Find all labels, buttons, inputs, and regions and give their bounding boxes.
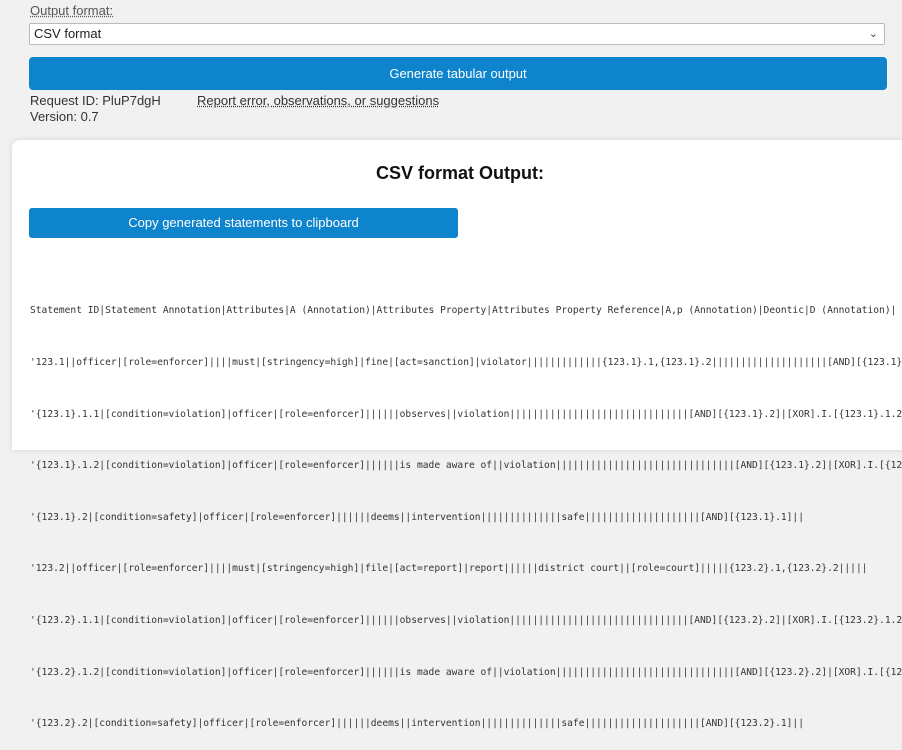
csv-line: '{123.2}.2|[condition=safety]|officer|[r… — [30, 718, 804, 730]
output-format-select[interactable]: CSV format ⌄ — [29, 23, 885, 45]
csv-line: '{123.1}.1.2|[condition=violation]|offic… — [30, 460, 902, 472]
form-area: Output format: CSV format ⌄ Generate tab… — [0, 0, 902, 138]
csv-line: '123.1||officer|[role=enforcer]||||must|… — [30, 357, 902, 368]
output-title: CSV format Output: — [376, 163, 544, 183]
chevron-down-icon: ⌄ — [868, 28, 878, 40]
copy-to-clipboard-button[interactable]: Copy generated statements to clipboard — [29, 208, 458, 238]
generate-tabular-output-button[interactable]: Generate tabular output — [29, 57, 887, 90]
csv-line: Statement ID|Statement Annotation|Attrib… — [30, 305, 897, 317]
csv-line: '123.2||officer|[role=enforcer]||||must|… — [30, 563, 868, 575]
request-id: Request ID: PluP7dgH — [30, 93, 161, 108]
csv-line: '{123.2}.1.1|[condition=violation]|offic… — [30, 614, 902, 626]
version-text: Version: 0.7 — [30, 109, 99, 124]
csv-output: Statement ID|Statement Annotation|Attrib… — [30, 268, 902, 750]
output-format-label: Output format: — [30, 3, 114, 18]
csv-line: '{123.1}.2|[condition=safety]|officer|[r… — [30, 511, 804, 523]
selected-format-value: CSV format — [34, 26, 102, 41]
csv-line: '{123.1}.1.1|[condition=violation]|offic… — [30, 408, 902, 420]
csv-line: '{123.2}.1.2|[condition=violation]|offic… — [30, 666, 902, 678]
report-error-link[interactable]: Report error, observations, or suggestio… — [197, 93, 439, 108]
